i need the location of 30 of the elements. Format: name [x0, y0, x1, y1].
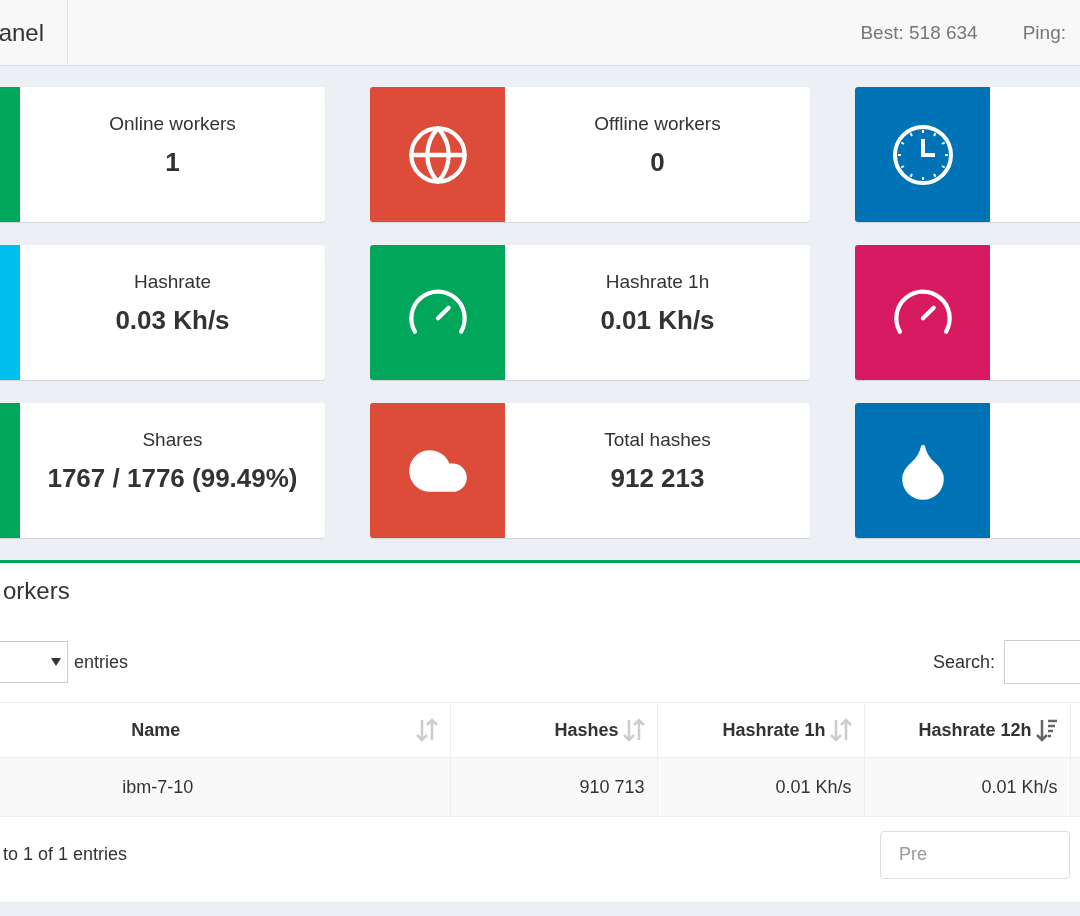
table-cell: 910 713 [579, 776, 645, 797]
info-box-value: 0 [650, 147, 665, 178]
info-box-value: 0.01 Kh/s [600, 305, 715, 336]
info-box-value: 1767 / 1776 (99.49%) [47, 463, 298, 494]
entries-label: entries [74, 651, 129, 673]
info-box-label: Total hashes [604, 429, 711, 451]
info-box-value: 912 213 [610, 463, 705, 494]
info-box-value: 0.03 Kh/s [115, 305, 230, 336]
sort-icon[interactable] [415, 718, 438, 742]
sort-icon[interactable] [829, 718, 852, 742]
info-box-label: Hashrate 1h [605, 271, 710, 293]
info-box-label: Online workers [109, 113, 236, 135]
clock-icon [890, 122, 955, 187]
entries-select[interactable] [0, 641, 68, 683]
brand-title[interactable]: anel [0, 18, 44, 47]
table-cell: 0.01 Kh/s [981, 776, 1058, 797]
sort-icon[interactable] [622, 718, 645, 742]
info-box-value: 1 [165, 147, 180, 178]
info-box-label: Shares [142, 429, 203, 451]
search-label: Search: [932, 651, 995, 673]
navbar-stat: Best: 518 634 [860, 21, 978, 44]
info-box-label: Offline workers [594, 113, 721, 135]
caret-icon [51, 658, 61, 666]
table-cell: ibm-7-10 [122, 776, 194, 797]
table-info: to 1 of 1 entries [3, 844, 128, 865]
navbar-stat: Ping: [1022, 21, 1066, 44]
table-cell: 0.01 Kh/s [775, 776, 852, 797]
sort-descending-icon[interactable] [1035, 718, 1058, 742]
panel-title: orkers [2, 576, 71, 606]
info-box-label: Hashrate [133, 271, 212, 293]
